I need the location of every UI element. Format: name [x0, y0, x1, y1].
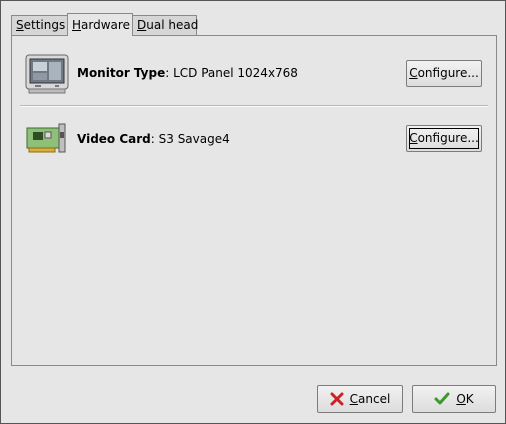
tab-dual-head[interactable]: Dual head [132, 15, 199, 35]
video-configure-mnemonic: C [409, 131, 418, 145]
ok-button[interactable]: OK [412, 385, 496, 413]
monitor-configure-mnemonic: C [409, 66, 418, 80]
monitor-configure-label: onfigure... [417, 66, 479, 80]
cancel-mnemonic: C [349, 392, 359, 406]
dialog-window: Settings Hardware Dual head Monitor Type… [0, 0, 506, 424]
tab-hardware-label: ardware [81, 18, 130, 32]
cancel-button[interactable]: Cancel [317, 385, 403, 413]
ok-label: K [465, 392, 474, 406]
cancel-label: ancel [358, 392, 391, 406]
tab-hardware-mnemonic: H [72, 18, 82, 32]
video-card-label: Video Card [77, 132, 151, 146]
video-configure-label: onfigure... [417, 131, 479, 145]
tab-settings-mnemonic: S [16, 18, 24, 32]
ok-mnemonic: O [456, 392, 466, 406]
video-card-text: Video Card: S3 Savage4 [77, 132, 230, 146]
monitor-icon [25, 54, 69, 97]
monitor-type-value: : LCD Panel 1024x768 [165, 66, 298, 80]
video-card-icon [25, 120, 69, 163]
video-card-value: : S3 Savage4 [150, 132, 230, 146]
video-card-configure-button[interactable]: Configure... [406, 125, 482, 152]
tab-settings-label: ettings [23, 18, 66, 32]
ok-icon [434, 392, 450, 406]
monitor-configure-button[interactable]: Configure... [406, 60, 482, 87]
tab-dual-head-label: ual head [146, 18, 199, 32]
hardware-panel: Monitor Type: LCD Panel 1024x768 Configu… [11, 35, 497, 366]
monitor-type-text: Monitor Type: LCD Panel 1024x768 [77, 66, 298, 80]
monitor-type-label: Monitor Type [77, 66, 166, 80]
separator [20, 105, 488, 107]
tab-settings[interactable]: Settings [11, 15, 68, 35]
tab-hardware[interactable]: Hardware [67, 13, 133, 36]
tab-dual-head-mnemonic: D [137, 18, 147, 32]
cancel-icon [330, 392, 344, 406]
